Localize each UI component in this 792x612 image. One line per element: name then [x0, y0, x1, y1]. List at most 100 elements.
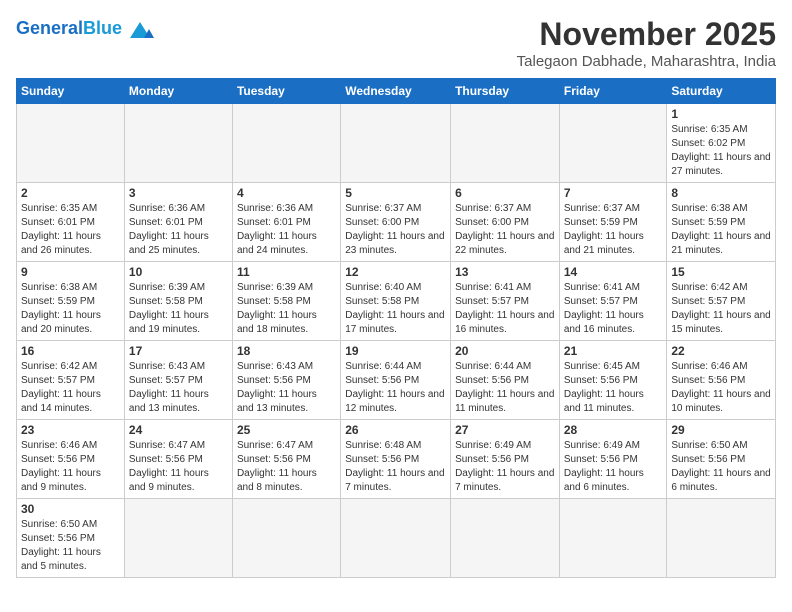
- cell-content: Sunrise: 6:42 AMSunset: 5:57 PMDaylight:…: [671, 281, 771, 337]
- day-number: 2: [21, 186, 120, 200]
- calendar-cell: 18 Sunrise: 6:43 AMSunset: 5:56 PMDayligh…: [232, 341, 340, 420]
- cell-content: Sunrise: 6:45 AMSunset: 5:56 PMDaylight:…: [564, 360, 663, 416]
- day-number: 10: [129, 265, 228, 279]
- cell-content: Sunrise: 6:50 AMSunset: 5:56 PMDaylight:…: [21, 518, 120, 574]
- day-header-friday: Friday: [559, 79, 667, 104]
- calendar-week-2: 9Sunrise: 6:38 AMSunset: 5:59 PMDaylight…: [17, 262, 776, 341]
- cell-content: Sunrise: 6:35 AMSunset: 6:01 PMDaylight:…: [21, 202, 120, 258]
- cell-content: Sunrise: 6:39 AMSunset: 5:58 PMDaylight:…: [237, 281, 336, 337]
- logo-general: General: [16, 18, 83, 38]
- calendar-cell: 14 Sunrise: 6:41 AMSunset: 5:57 PMDayligh…: [559, 262, 667, 341]
- day-number: 29: [671, 423, 771, 437]
- page-header: GeneralBlue November 2025 Talegaon Dabha…: [16, 16, 776, 70]
- cell-content: Sunrise: 6:35 AMSunset: 6:02 PMDaylight:…: [671, 123, 771, 179]
- day-header-wednesday: Wednesday: [341, 79, 451, 104]
- calendar-cell: 4 Sunrise: 6:36 AMSunset: 6:01 PMDaylight…: [232, 183, 340, 262]
- day-number: 20: [455, 344, 555, 358]
- day-number: 6: [455, 186, 555, 200]
- day-number: 24: [129, 423, 228, 437]
- calendar-cell: 21 Sunrise: 6:45 AMSunset: 5:56 PMDayligh…: [559, 341, 667, 420]
- day-number: 21: [564, 344, 663, 358]
- cell-content: Sunrise: 6:36 AMSunset: 6:01 PMDaylight:…: [237, 202, 336, 258]
- cell-content: Sunrise: 6:37 AMSunset: 5:59 PMDaylight:…: [564, 202, 663, 258]
- calendar-cell: [341, 499, 451, 578]
- cell-content: Sunrise: 6:36 AMSunset: 6:01 PMDaylight:…: [129, 202, 228, 258]
- calendar-cell: 3 Sunrise: 6:36 AMSunset: 6:01 PMDaylight…: [124, 183, 232, 262]
- cell-content: Sunrise: 6:40 AMSunset: 5:58 PMDaylight:…: [345, 281, 446, 337]
- logo-icon: [126, 18, 154, 40]
- day-number: 14: [564, 265, 663, 279]
- day-number: 4: [237, 186, 336, 200]
- calendar-cell: 24 Sunrise: 6:47 AMSunset: 5:56 PMDayligh…: [124, 420, 232, 499]
- cell-content: Sunrise: 6:42 AMSunset: 5:57 PMDaylight:…: [21, 360, 120, 416]
- cell-content: Sunrise: 6:44 AMSunset: 5:56 PMDaylight:…: [345, 360, 446, 416]
- calendar-cell: 2 Sunrise: 6:35 AMSunset: 6:01 PMDaylight…: [17, 183, 125, 262]
- day-number: 13: [455, 265, 555, 279]
- calendar-week-3: 16 Sunrise: 6:42 AMSunset: 5:57 PMDayligh…: [17, 341, 776, 420]
- cell-content: Sunrise: 6:41 AMSunset: 5:57 PMDaylight:…: [455, 281, 555, 337]
- day-number: 1: [671, 107, 771, 121]
- calendar-cell: 8 Sunrise: 6:38 AMSunset: 5:59 PMDaylight…: [667, 183, 776, 262]
- calendar-header-row: SundayMondayTuesdayWednesdayThursdayFrid…: [17, 79, 776, 104]
- calendar-cell: 30 Sunrise: 6:50 AMSunset: 5:56 PMDayligh…: [17, 499, 125, 578]
- calendar-cell: [124, 104, 232, 183]
- day-number: 8: [671, 186, 771, 200]
- calendar-cell: 22Sunrise: 6:46 AMSunset: 5:56 PMDayligh…: [667, 341, 776, 420]
- calendar-cell: 17 Sunrise: 6:43 AMSunset: 5:57 PMDayligh…: [124, 341, 232, 420]
- calendar-week-1: 2 Sunrise: 6:35 AMSunset: 6:01 PMDaylight…: [17, 183, 776, 262]
- calendar-cell: 16 Sunrise: 6:42 AMSunset: 5:57 PMDayligh…: [17, 341, 125, 420]
- cell-content: Sunrise: 6:44 AMSunset: 5:56 PMDaylight:…: [455, 360, 555, 416]
- cell-content: Sunrise: 6:47 AMSunset: 5:56 PMDaylight:…: [237, 439, 336, 495]
- day-number: 3: [129, 186, 228, 200]
- calendar-cell: 1 Sunrise: 6:35 AMSunset: 6:02 PMDaylight…: [667, 104, 776, 183]
- calendar-cell: [341, 104, 451, 183]
- calendar-cell: 9Sunrise: 6:38 AMSunset: 5:59 PMDaylight…: [17, 262, 125, 341]
- day-number: 19: [345, 344, 446, 358]
- cell-content: Sunrise: 6:37 AMSunset: 6:00 PMDaylight:…: [455, 202, 555, 258]
- logo-text: GeneralBlue: [16, 18, 122, 39]
- cell-content: Sunrise: 6:46 AMSunset: 5:56 PMDaylight:…: [21, 439, 120, 495]
- cell-content: Sunrise: 6:48 AMSunset: 5:56 PMDaylight:…: [345, 439, 446, 495]
- location-title: Talegaon Dabhade, Maharashtra, India: [517, 53, 776, 70]
- day-number: 17: [129, 344, 228, 358]
- calendar-cell: 25 Sunrise: 6:47 AMSunset: 5:56 PMDayligh…: [232, 420, 340, 499]
- day-number: 7: [564, 186, 663, 200]
- calendar-cell: 12Sunrise: 6:40 AMSunset: 5:58 PMDayligh…: [341, 262, 451, 341]
- calendar-cell: 15Sunrise: 6:42 AMSunset: 5:57 PMDayligh…: [667, 262, 776, 341]
- calendar-week-4: 23 Sunrise: 6:46 AMSunset: 5:56 PMDayligh…: [17, 420, 776, 499]
- day-number: 18: [237, 344, 336, 358]
- calendar-table: SundayMondayTuesdayWednesdayThursdayFrid…: [16, 78, 776, 578]
- day-number: 23: [21, 423, 120, 437]
- cell-content: Sunrise: 6:46 AMSunset: 5:56 PMDaylight:…: [671, 360, 771, 416]
- cell-content: Sunrise: 6:43 AMSunset: 5:57 PMDaylight:…: [129, 360, 228, 416]
- day-header-sunday: Sunday: [17, 79, 125, 104]
- calendar-cell: [17, 104, 125, 183]
- cell-content: Sunrise: 6:41 AMSunset: 5:57 PMDaylight:…: [564, 281, 663, 337]
- calendar-cell: 26Sunrise: 6:48 AMSunset: 5:56 PMDayligh…: [341, 420, 451, 499]
- cell-content: Sunrise: 6:38 AMSunset: 5:59 PMDaylight:…: [21, 281, 120, 337]
- calendar-cell: [559, 104, 667, 183]
- month-title: November 2025: [517, 16, 776, 53]
- day-header-tuesday: Tuesday: [232, 79, 340, 104]
- day-number: 30: [21, 502, 120, 516]
- day-header-thursday: Thursday: [451, 79, 560, 104]
- calendar-week-0: 1 Sunrise: 6:35 AMSunset: 6:02 PMDaylight…: [17, 104, 776, 183]
- calendar-cell: 11 Sunrise: 6:39 AMSunset: 5:58 PMDayligh…: [232, 262, 340, 341]
- day-number: 28: [564, 423, 663, 437]
- day-number: 16: [21, 344, 120, 358]
- cell-content: Sunrise: 6:43 AMSunset: 5:56 PMDaylight:…: [237, 360, 336, 416]
- title-block: November 2025 Talegaon Dabhade, Maharash…: [517, 16, 776, 70]
- calendar-cell: 23 Sunrise: 6:46 AMSunset: 5:56 PMDayligh…: [17, 420, 125, 499]
- cell-content: Sunrise: 6:50 AMSunset: 5:56 PMDaylight:…: [671, 439, 771, 495]
- cell-content: Sunrise: 6:47 AMSunset: 5:56 PMDaylight:…: [129, 439, 228, 495]
- day-number: 27: [455, 423, 555, 437]
- cell-content: Sunrise: 6:38 AMSunset: 5:59 PMDaylight:…: [671, 202, 771, 258]
- calendar-week-5: 30 Sunrise: 6:50 AMSunset: 5:56 PMDayligh…: [17, 499, 776, 578]
- calendar-cell: 13 Sunrise: 6:41 AMSunset: 5:57 PMDayligh…: [451, 262, 560, 341]
- day-header-monday: Monday: [124, 79, 232, 104]
- calendar-cell: [451, 104, 560, 183]
- calendar-cell: [667, 499, 776, 578]
- calendar-cell: 19 Sunrise: 6:44 AMSunset: 5:56 PMDayligh…: [341, 341, 451, 420]
- day-number: 25: [237, 423, 336, 437]
- day-number: 11: [237, 265, 336, 279]
